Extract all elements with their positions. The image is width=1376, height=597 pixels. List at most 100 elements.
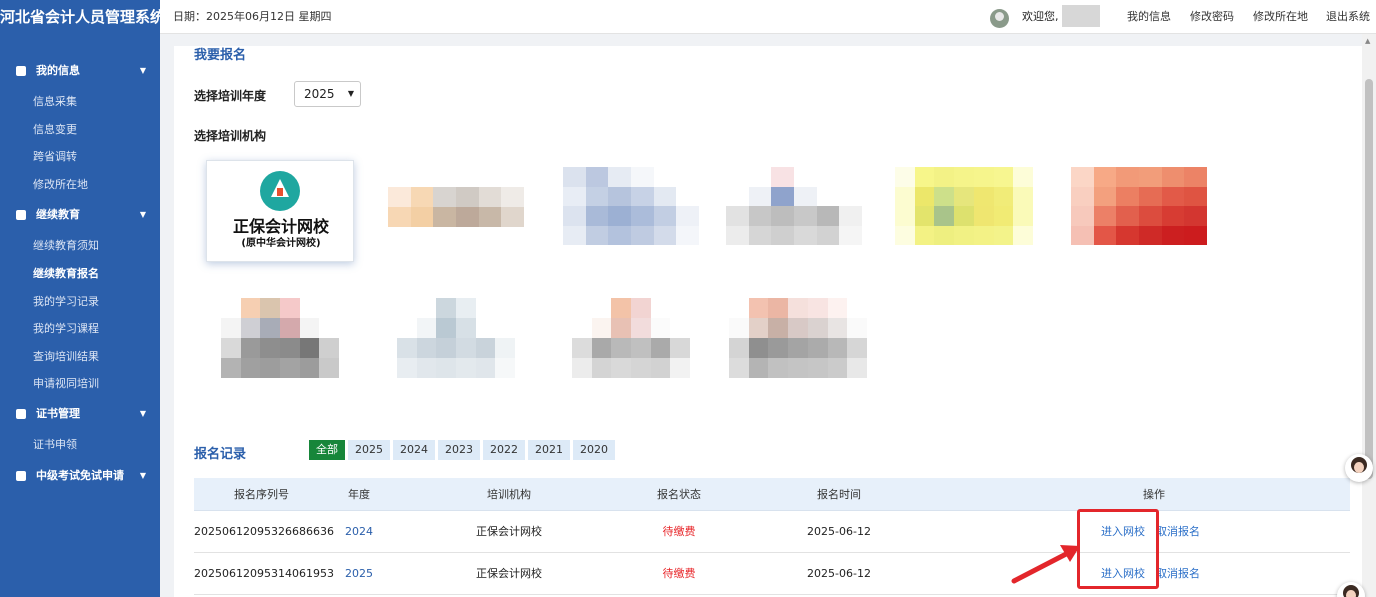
annotation-arrow-icon bbox=[1011, 545, 1080, 584]
welcome-text: 欢迎您, bbox=[1022, 10, 1059, 23]
row-date: 2025-06-12 bbox=[807, 567, 871, 580]
section-title-signup: 我要报名 bbox=[194, 48, 247, 63]
sidebar-group-label: 继续教育 bbox=[36, 208, 80, 221]
institution-logo-image bbox=[895, 167, 1033, 245]
row-serial: 20250612095314061953 bbox=[194, 567, 334, 580]
chevron-down-icon: ▼ bbox=[347, 89, 354, 98]
year-select-value: 2025 bbox=[304, 87, 335, 101]
sidebar-item-training-results[interactable]: 查询培训结果 bbox=[33, 347, 99, 367]
row-status: 待缴费 bbox=[662, 567, 696, 580]
sidebar-group-my-info[interactable]: 我的信息 ▼ bbox=[0, 57, 160, 85]
institution-card-zhengbao[interactable]: 正保会计网校 (原中华会计网校) bbox=[206, 160, 354, 262]
sidebar-item-study-record[interactable]: 我的学习记录 bbox=[33, 292, 99, 312]
institution-card-blurred[interactable] bbox=[377, 278, 533, 396]
sidebar-group-continuing-education[interactable]: 继续教育 ▼ bbox=[0, 201, 160, 229]
scroll-up-icon[interactable]: ▲ bbox=[1365, 37, 1370, 45]
year-label: 选择培训年度 bbox=[194, 89, 267, 103]
scrollbar[interactable]: ▲ bbox=[1362, 34, 1376, 597]
sidebar-group-exam-exemption[interactable]: 中级考试免试申请 ▼ bbox=[0, 462, 160, 490]
sidebar-item-transfer[interactable]: 跨省调转 bbox=[33, 147, 77, 167]
table-header: 报名序列号 年度 培训机构 报名状态 报名时间 操作 bbox=[194, 478, 1350, 511]
sidebar-item-info-change[interactable]: 信息变更 bbox=[33, 120, 77, 140]
sidebar-item-my-courses[interactable]: 我的学习课程 bbox=[33, 319, 99, 339]
app-title: 河北省会计人员管理系统 bbox=[0, 0, 165, 34]
row-institution: 正保会计网校 bbox=[476, 525, 542, 538]
institution-logo-image bbox=[729, 298, 867, 378]
institution-logo-image bbox=[563, 167, 699, 245]
tab-2025[interactable]: 2025 bbox=[348, 440, 390, 460]
sidebar-item-edu-notice[interactable]: 继续教育须知 bbox=[33, 236, 99, 256]
sidebar-item-certificate-apply[interactable]: 证书申领 bbox=[33, 435, 77, 455]
institution-logo-image bbox=[397, 298, 515, 378]
institution-card-blurred[interactable] bbox=[555, 150, 717, 265]
institution-logo-image bbox=[726, 167, 862, 245]
sidebar-item-edu-signup[interactable]: 继续教育报名 bbox=[33, 264, 99, 284]
sidebar-group-label: 中级考试免试申请 bbox=[36, 469, 124, 482]
institution-card-blurred[interactable] bbox=[718, 150, 880, 265]
sidebar-group-certificates[interactable]: 证书管理 ▼ bbox=[0, 400, 160, 428]
tab-2020[interactable]: 2020 bbox=[573, 440, 615, 460]
column-header-year: 年度 bbox=[348, 488, 370, 501]
username-redacted bbox=[1062, 5, 1100, 27]
sidebar-group-label: 证书管理 bbox=[36, 407, 80, 420]
top-bar: 河北省会计人员管理系统 日期：2025年06月12日 星期四 欢迎您, 我的信息… bbox=[0, 0, 1376, 34]
row-year: 2025 bbox=[345, 567, 373, 580]
institution-label: 选择培训机构 bbox=[194, 129, 267, 143]
row-institution: 正保会计网校 bbox=[476, 567, 542, 580]
zhengbao-logo-icon bbox=[260, 171, 300, 211]
row-year: 2024 bbox=[345, 525, 373, 538]
user-avatar-icon bbox=[990, 9, 1009, 28]
tab-2022[interactable]: 2022 bbox=[483, 440, 525, 460]
institution-logo-image bbox=[221, 298, 339, 378]
institution-subtitle: (原中华会计网校) bbox=[241, 238, 321, 249]
row-serial: 20250612095326686636 bbox=[194, 525, 334, 538]
institution-logo-image bbox=[388, 187, 524, 227]
institution-logo-image bbox=[572, 298, 690, 378]
chevron-down-icon: ▼ bbox=[139, 409, 146, 418]
assistant-avatar-icon[interactable] bbox=[1345, 454, 1373, 482]
id-card-icon bbox=[16, 471, 26, 481]
sidebar-group-label: 我的信息 bbox=[36, 64, 80, 77]
edit-icon bbox=[16, 210, 26, 220]
column-header-serial: 报名序列号 bbox=[234, 488, 289, 501]
institution-card-blurred[interactable] bbox=[727, 278, 885, 396]
link-my-info[interactable]: 我的信息 bbox=[1127, 0, 1171, 34]
tab-2021[interactable]: 2021 bbox=[528, 440, 570, 460]
user-icon bbox=[16, 66, 26, 76]
cancel-signup-button[interactable]: 取消报名 bbox=[1156, 553, 1200, 595]
column-header-institution: 培训机构 bbox=[487, 488, 531, 501]
sidebar-item-info-collect[interactable]: 信息采集 bbox=[33, 92, 77, 112]
tab-all[interactable]: 全部 bbox=[309, 440, 345, 460]
column-header-actions: 操作 bbox=[1143, 488, 1165, 501]
chevron-down-icon: ▼ bbox=[139, 66, 146, 75]
row-status: 待缴费 bbox=[662, 525, 696, 538]
table-row: 20250612095326686636 2024 正保会计网校 待缴费 202… bbox=[194, 511, 1350, 553]
link-change-location[interactable]: 修改所在地 bbox=[1253, 0, 1308, 34]
link-logout[interactable]: 退出系统 bbox=[1326, 0, 1370, 34]
tab-2023[interactable]: 2023 bbox=[438, 440, 480, 460]
scroll-thumb[interactable] bbox=[1365, 79, 1373, 479]
sidebar-item-equivalent-training[interactable]: 申请视同培训 bbox=[33, 374, 99, 394]
institution-card-blurred[interactable] bbox=[380, 150, 542, 265]
record-year-tabs: 全部 2025 2024 2023 2022 2021 2020 bbox=[309, 440, 615, 460]
year-select[interactable]: 2025 ▼ bbox=[294, 81, 361, 107]
sidebar-item-change-location[interactable]: 修改所在地 bbox=[33, 175, 88, 195]
chevron-down-icon: ▼ bbox=[139, 210, 146, 219]
sidebar: 我的信息 ▼ 信息采集 信息变更 跨省调转 修改所在地 继续教育 ▼ 继续教育须… bbox=[0, 34, 160, 597]
id-card-icon bbox=[16, 409, 26, 419]
institution-logo-image bbox=[1071, 167, 1207, 245]
chevron-down-icon: ▼ bbox=[139, 471, 146, 480]
institution-card-blurred[interactable] bbox=[201, 278, 357, 396]
row-date: 2025-06-12 bbox=[807, 525, 871, 538]
institution-card-blurred[interactable] bbox=[1063, 150, 1227, 265]
link-change-password[interactable]: 修改密码 bbox=[1190, 0, 1234, 34]
tab-2024[interactable]: 2024 bbox=[393, 440, 435, 460]
institution-card-blurred[interactable] bbox=[893, 150, 1055, 265]
cancel-signup-button[interactable]: 取消报名 bbox=[1156, 511, 1200, 553]
column-header-time: 报名时间 bbox=[817, 488, 861, 501]
date-display: 日期：2025年06月12日 星期四 bbox=[173, 10, 332, 23]
institution-card-blurred[interactable] bbox=[552, 278, 708, 396]
records-title: 报名记录 bbox=[194, 447, 247, 462]
column-header-status: 报名状态 bbox=[657, 488, 701, 501]
table-row: 20250612095314061953 2025 正保会计网校 待缴费 202… bbox=[194, 553, 1350, 595]
